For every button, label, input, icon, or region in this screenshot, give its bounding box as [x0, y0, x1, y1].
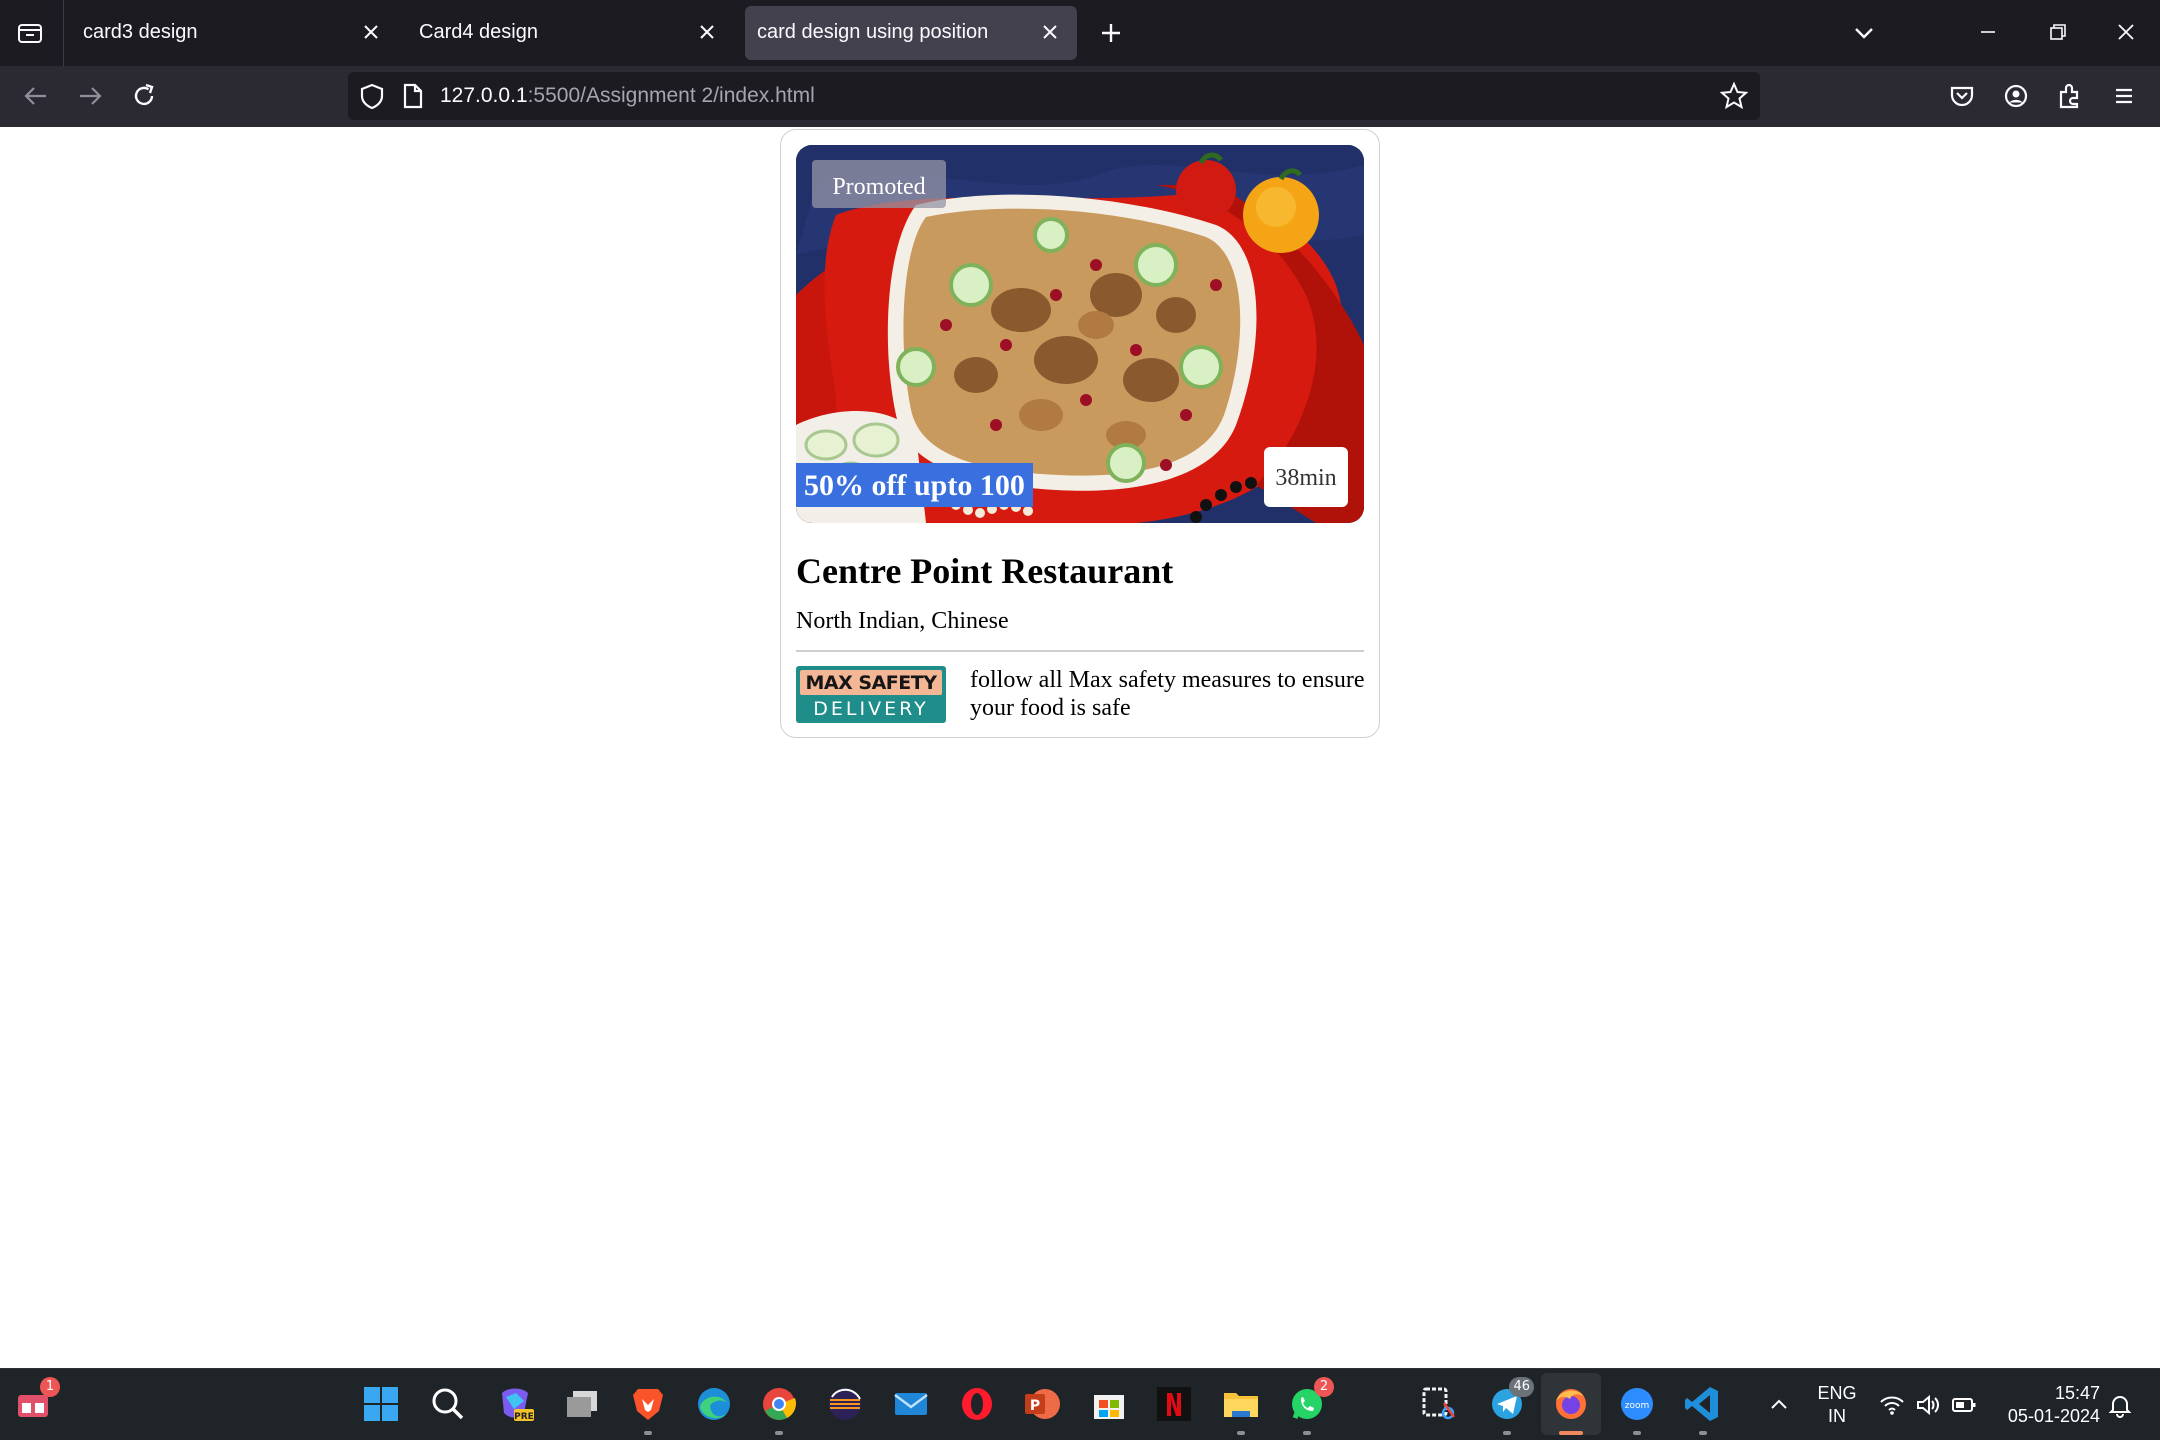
page-icon[interactable]: [396, 80, 428, 112]
search-icon[interactable]: [427, 1383, 469, 1425]
firefox-view-icon[interactable]: [14, 17, 46, 49]
zoom-icon[interactable]: zoom: [1616, 1383, 1658, 1435]
running-indicator: [775, 1431, 783, 1435]
telegram-icon[interactable]: 46: [1486, 1377, 1534, 1435]
language-indicator[interactable]: ENG IN: [1815, 1382, 1859, 1428]
close-icon[interactable]: [694, 19, 720, 45]
new-tab-plus-icon[interactable]: [1094, 16, 1128, 50]
promoted-badge: Promoted: [812, 160, 946, 208]
windows-taskbar: 1 PRE P 2 46 zoom ENG IN 15:47 05-01-202…: [0, 1368, 2160, 1440]
menu-hamburger-icon[interactable]: [2106, 78, 2142, 114]
start-icon[interactable]: [360, 1383, 402, 1425]
eclipse-icon[interactable]: [824, 1383, 866, 1425]
tab-strip: card3 design Card4 design card design us…: [0, 0, 2160, 66]
svg-text:PRE: PRE: [514, 1412, 534, 1422]
safety-logo-bottom-text: DELIVERY: [813, 698, 929, 720]
brave-icon[interactable]: [627, 1383, 669, 1435]
edge-icon[interactable]: [693, 1383, 735, 1425]
netflix-icon[interactable]: [1153, 1383, 1195, 1425]
widgets-badge: 1: [40, 1377, 60, 1397]
running-indicator: [1237, 1431, 1245, 1435]
running-indicator: [644, 1431, 652, 1435]
restaurant-name: Centre Point Restaurant: [796, 551, 1174, 591]
card-divider: [796, 650, 1364, 652]
telegram-badge: 46: [1509, 1377, 1534, 1397]
opera-icon[interactable]: [956, 1383, 998, 1425]
back-arrow-icon[interactable]: [18, 78, 54, 114]
account-icon[interactable]: [1998, 78, 2034, 114]
reload-icon[interactable]: [126, 78, 162, 114]
task-view-icon[interactable]: [561, 1383, 603, 1425]
clock[interactable]: 15:47 05-01-2024: [1996, 1382, 2100, 1428]
restaurant-card[interactable]: Promoted 50% off upto 100 38min Centre P…: [780, 129, 1380, 738]
tab-title: Card4 design: [419, 21, 538, 43]
page-viewport: Promoted 50% off upto 100 38min Centre P…: [0, 127, 2160, 1368]
restore-icon[interactable]: [2040, 14, 2076, 50]
powerpoint-icon[interactable]: P: [1021, 1383, 1063, 1425]
forward-arrow-icon[interactable]: [72, 78, 108, 114]
delivery-time-badge: 38min: [1264, 447, 1348, 507]
clock-time: 15:47: [2054, 1383, 2100, 1403]
url-text[interactable]: 127.0.0.1:5500/Assignment 2/index.html: [440, 84, 815, 108]
running-indicator: [1303, 1431, 1311, 1435]
tracking-protection-shield-icon[interactable]: [356, 80, 388, 112]
mail-icon[interactable]: [890, 1383, 932, 1425]
clock-date: 05-01-2024: [2007, 1406, 2100, 1426]
url-host: 127.0.0.1: [440, 84, 528, 107]
food-image: Promoted 50% off upto 100 38min: [796, 145, 1364, 523]
notification-bell-icon[interactable]: [2106, 1391, 2134, 1419]
svg-text:P: P: [1030, 1398, 1040, 1414]
running-indicator: [1633, 1431, 1641, 1435]
chevron-up-icon[interactable]: [1765, 1391, 1793, 1419]
firefox-icon[interactable]: [1550, 1383, 1592, 1435]
tab-title: card3 design: [83, 21, 198, 43]
language-region: IN: [1828, 1406, 1846, 1426]
minimize-icon[interactable]: [1970, 14, 2006, 50]
svg-text:zoom: zoom: [1625, 1401, 1650, 1411]
navigation-toolbar: 127.0.0.1:5500/Assignment 2/index.html: [0, 66, 2160, 127]
tab-card3-design[interactable]: card3 design: [64, 6, 398, 60]
bookmark-star-icon[interactable]: [1718, 80, 1750, 112]
chrome-icon[interactable]: [758, 1383, 800, 1435]
address-bar[interactable]: 127.0.0.1:5500/Assignment 2/index.html: [348, 72, 1760, 120]
running-indicator: [1699, 1431, 1707, 1435]
safety-description: follow all Max safety measures to ensure…: [970, 667, 1365, 721]
snipping-tool-icon[interactable]: [1418, 1383, 1460, 1425]
offer-badge: 50% off upto 100: [796, 463, 1033, 507]
tab-title: card design using position: [757, 21, 989, 43]
chevron-down-icon[interactable]: [1847, 16, 1881, 50]
extensions-icon[interactable]: [2052, 78, 2088, 114]
volume-icon[interactable]: [1914, 1391, 1942, 1419]
copilot-icon[interactable]: PRE: [494, 1383, 536, 1425]
pocket-icon[interactable]: [1944, 78, 1980, 114]
running-indicator: [1503, 1431, 1511, 1435]
safety-logo-top-text: MAX SAFETY: [800, 670, 942, 695]
window-close-icon[interactable]: [2108, 14, 2144, 50]
max-safety-delivery-logo: MAX SAFETY DELIVERY: [796, 666, 946, 723]
tab-card4-design[interactable]: Card4 design: [400, 6, 734, 60]
close-icon[interactable]: [1037, 19, 1063, 45]
tab-card-design-using-position[interactable]: card design using position: [745, 6, 1077, 60]
widgets-icon[interactable]: 1: [12, 1377, 60, 1425]
active-indicator: [1559, 1431, 1583, 1435]
file-explorer-icon[interactable]: [1220, 1383, 1262, 1435]
close-icon[interactable]: [358, 19, 384, 45]
vscode-icon[interactable]: [1682, 1383, 1724, 1435]
wifi-icon[interactable]: [1878, 1391, 1906, 1419]
store-icon[interactable]: [1088, 1383, 1130, 1425]
battery-icon[interactable]: [1950, 1391, 1978, 1419]
language-code: ENG: [1817, 1383, 1857, 1403]
whatsapp-badge: 2: [1314, 1377, 1334, 1397]
url-path: :5500/Assignment 2/index.html: [527, 84, 815, 107]
cuisine-text: North Indian, Chinese: [796, 608, 1009, 634]
whatsapp-icon[interactable]: 2: [1286, 1377, 1334, 1435]
